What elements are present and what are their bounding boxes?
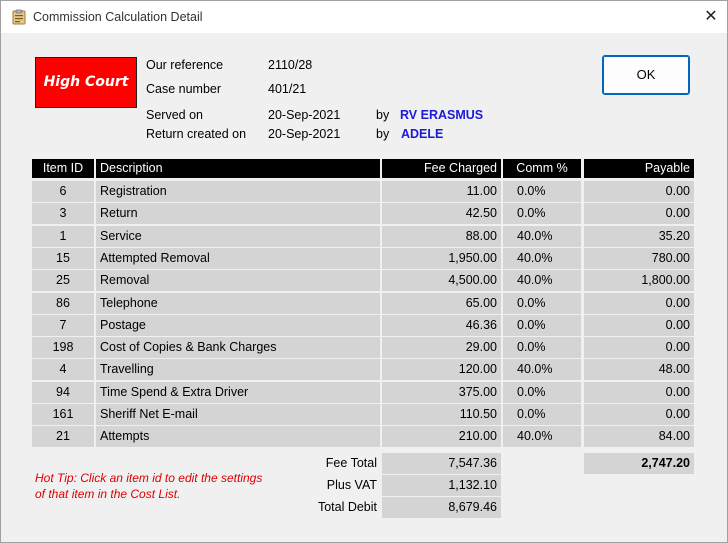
comm-cell: 0.0% [503, 203, 581, 224]
payable-cell: 35.20 [584, 226, 694, 247]
return-created-value: 20-Sep-2021 [268, 127, 341, 141]
item-id-cell[interactable]: 198 [32, 337, 94, 358]
fee-cell: 65.00 [382, 293, 501, 314]
payable-cell: 0.00 [584, 315, 694, 336]
dialog-body: High Court Our reference 2110/28 Case nu… [1, 33, 727, 542]
description-cell: Postage [96, 315, 380, 336]
description-cell: Service [96, 226, 380, 247]
payable-cell: 0.00 [584, 181, 694, 202]
description-cell: Cost of Copies & Bank Charges [96, 337, 380, 358]
comm-cell: 40.0% [503, 226, 581, 247]
comm-cell: 40.0% [503, 248, 581, 269]
fee-cell: 120.00 [382, 359, 501, 380]
comm-cell: 0.0% [503, 337, 581, 358]
comm-cell: 0.0% [503, 404, 581, 425]
fee-cell: 46.36 [382, 315, 501, 336]
payable-cell: 1,800.00 [584, 270, 694, 291]
item-id-cell[interactable]: 161 [32, 404, 94, 425]
item-id-cell[interactable]: 25 [32, 270, 94, 291]
description-cell: Attempts [96, 426, 380, 447]
payable-cell: 0.00 [584, 404, 694, 425]
description-cell: Registration [96, 181, 380, 202]
comm-cell: 0.0% [503, 382, 581, 403]
item-id-cell[interactable]: 15 [32, 248, 94, 269]
header-description: Description [96, 159, 380, 178]
fee-cell: 1,950.00 [382, 248, 501, 269]
header-comm-percent: Comm % [503, 159, 581, 178]
payable-cell: 0.00 [584, 337, 694, 358]
title-bar: Commission Calculation Detail ✕ [1, 1, 727, 33]
item-id-cell[interactable]: 4 [32, 359, 94, 380]
payable-cell: 0.00 [584, 382, 694, 403]
vat-label: Plus VAT [326, 478, 377, 492]
window-title: Commission Calculation Detail [33, 10, 203, 24]
item-id-cell[interactable]: 3 [32, 203, 94, 224]
comm-cell: 0.0% [503, 181, 581, 202]
total-debit-label: Total Debit [317, 500, 377, 514]
comm-cell: 0.0% [503, 293, 581, 314]
case-number-value: 401/21 [268, 82, 307, 96]
fee-cell: 42.50 [382, 203, 501, 224]
item-id-cell[interactable]: 6 [32, 181, 94, 202]
header-item-id: Item ID [32, 159, 94, 178]
clipboard-icon [12, 9, 26, 25]
item-id-cell[interactable]: 21 [32, 426, 94, 447]
payable-cell: 780.00 [584, 248, 694, 269]
item-id-cell[interactable]: 1 [32, 226, 94, 247]
hot-tip: Hot Tip: Click an item id to edit the se… [35, 471, 263, 501]
served-by-value: RV ERASMUS [400, 108, 484, 122]
return-by-value: ADELE [401, 127, 444, 141]
case-number-label: Case number [146, 82, 222, 96]
description-cell: Time Spend & Extra Driver [96, 382, 380, 403]
total-debit-value: 8,679.46 [382, 497, 501, 518]
payable-cell: 48.00 [584, 359, 694, 380]
comm-cell: 40.0% [503, 359, 581, 380]
description-cell: Sheriff Net E-mail [96, 404, 380, 425]
close-button[interactable]: ✕ [695, 1, 727, 33]
fee-cell: 88.00 [382, 226, 501, 247]
comm-cell: 40.0% [503, 426, 581, 447]
fee-cell: 4,500.00 [382, 270, 501, 291]
fee-cell: 29.00 [382, 337, 501, 358]
served-by-label: by [376, 108, 390, 122]
payable-total: 2,747.20 [584, 453, 694, 474]
item-id-cell[interactable]: 94 [32, 382, 94, 403]
description-cell: Travelling [96, 359, 380, 380]
description-cell: Attempted Removal [96, 248, 380, 269]
description-cell: Telephone [96, 293, 380, 314]
court-badge: High Court [35, 57, 137, 108]
commission-dialog: Commission Calculation Detail ✕ High Cou… [0, 0, 728, 543]
vat-value: 1,132.10 [382, 475, 501, 496]
fee-total-value: 7,547.36 [382, 453, 501, 474]
ok-button[interactable]: OK [602, 55, 690, 95]
item-id-cell[interactable]: 7 [32, 315, 94, 336]
header-payable: Payable [584, 159, 694, 178]
payable-cell: 0.00 [584, 203, 694, 224]
served-on-value: 20-Sep-2021 [268, 108, 341, 122]
served-on-label: Served on [146, 108, 203, 122]
return-created-label: Return created on [146, 127, 247, 141]
item-id-cell[interactable]: 86 [32, 293, 94, 314]
fee-cell: 110.50 [382, 404, 501, 425]
header-fee-charged: Fee Charged [382, 159, 501, 178]
our-reference-label: Our reference [146, 58, 224, 72]
payable-cell: 84.00 [584, 426, 694, 447]
comm-cell: 0.0% [503, 315, 581, 336]
description-cell: Return [96, 203, 380, 224]
payable-cell: 0.00 [584, 293, 694, 314]
description-cell: Removal [96, 270, 380, 291]
our-reference-value: 2110/28 [268, 58, 313, 72]
comm-cell: 40.0% [503, 270, 581, 291]
fee-cell: 11.00 [382, 181, 501, 202]
return-by-label: by [376, 127, 390, 141]
fee-total-label: Fee Total [325, 456, 377, 470]
fee-cell: 210.00 [382, 426, 501, 447]
fee-cell: 375.00 [382, 382, 501, 403]
